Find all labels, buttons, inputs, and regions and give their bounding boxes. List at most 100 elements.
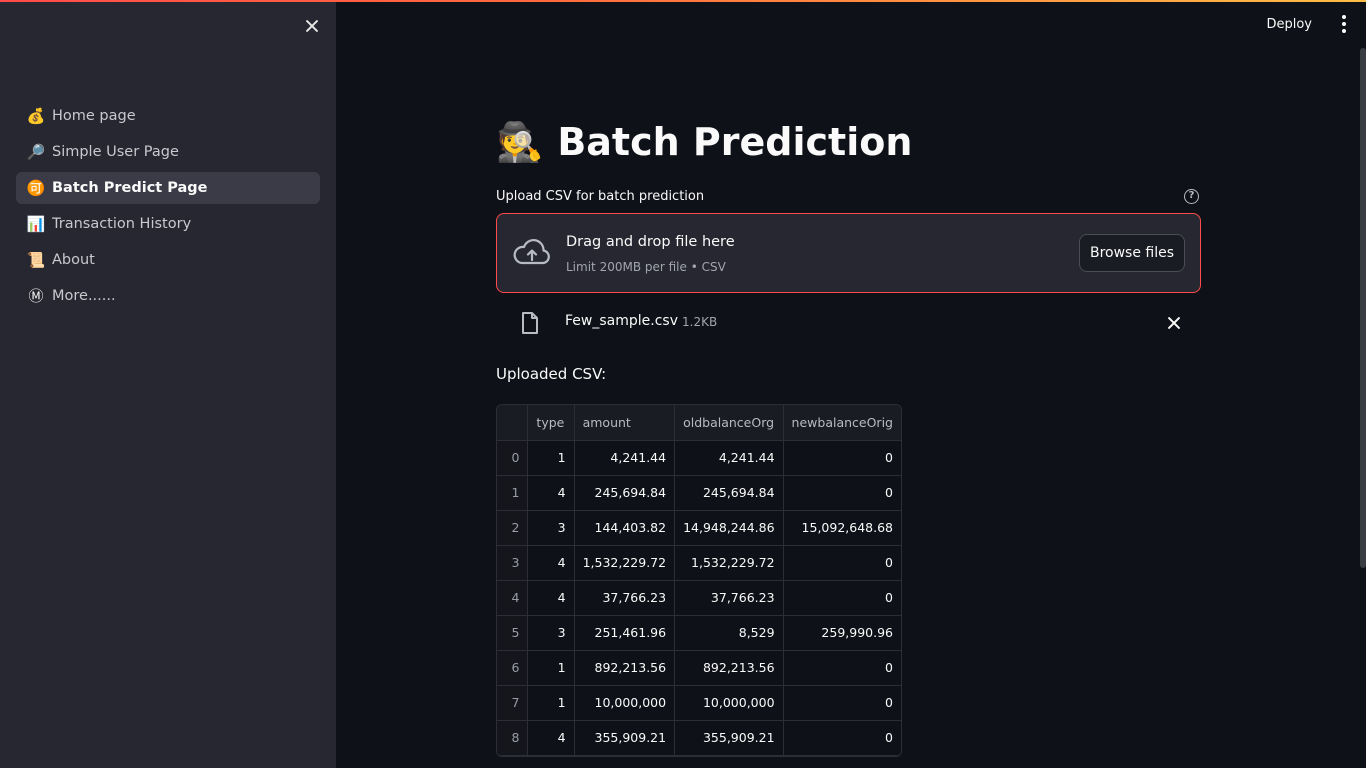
sidebar-item-transaction-history[interactable]: 📊 Transaction History: [16, 208, 320, 240]
table-row: 8 4 355,909.21 355,909.21 0: [497, 720, 901, 756]
table-cell[interactable]: 4,241.44: [574, 440, 676, 476]
table-cell[interactable]: 0: [783, 650, 901, 686]
row-index-cell[interactable]: 6: [497, 650, 529, 686]
row-index-cell[interactable]: 4: [497, 580, 529, 616]
table-cell[interactable]: 259,990.96: [783, 615, 901, 651]
cloud-upload-icon: [513, 239, 550, 265]
file-icon: [522, 312, 538, 334]
sidebar-item-label: Home page: [52, 108, 136, 124]
table-cell[interactable]: 251,461.96: [574, 615, 676, 651]
column-header[interactable]: type: [527, 405, 575, 441]
column-header[interactable]: oldbalanceOrg: [674, 405, 784, 441]
table-cell[interactable]: 10,000,000: [574, 685, 676, 721]
table-cell[interactable]: 0: [783, 685, 901, 721]
table-cell[interactable]: 1,532,229.72: [574, 545, 676, 581]
table-cell[interactable]: 355,909.21: [574, 720, 676, 756]
browse-files-button[interactable]: Browse files: [1079, 234, 1185, 272]
page-scrollbar[interactable]: [1360, 48, 1366, 568]
detective-icon: 🕵️: [496, 120, 544, 164]
table-cell[interactable]: 14,948,244.86: [674, 510, 784, 546]
row-index-cell[interactable]: 7: [497, 685, 529, 721]
table-cell[interactable]: 1,532,229.72: [674, 545, 784, 581]
remove-file-icon[interactable]: [1166, 315, 1182, 331]
table-cell[interactable]: 144,403.82: [574, 510, 676, 546]
table-cell[interactable]: 4: [527, 720, 575, 756]
table-cell[interactable]: 0: [783, 580, 901, 616]
sidebar-nav: 💰 Home page 🔎 Simple User Page 🉑 Batch Predic…: [16, 100, 320, 316]
column-header[interactable]: amount: [574, 405, 676, 441]
table-cell[interactable]: 15,092,648.68: [783, 510, 901, 546]
table-cell[interactable]: 37,766.23: [574, 580, 676, 616]
close-sidebar-icon[interactable]: [300, 14, 324, 38]
row-index-cell[interactable]: 0: [497, 440, 529, 476]
sidebar-item-more[interactable]: Ⓜ More......: [16, 280, 320, 312]
table-cell[interactable]: 0: [783, 440, 901, 476]
circled-m-icon: Ⓜ: [28, 287, 44, 305]
table-header-row: type amount oldbalanceOrg newbalanceOrig: [497, 405, 901, 441]
dropzone-title: Drag and drop file here: [566, 234, 735, 250]
uploaded-file-size: 1.2KB: [682, 315, 718, 329]
sidebar-item-simple-user-page[interactable]: 🔎 Simple User Page: [16, 136, 320, 168]
table-row: 2 3 144,403.82 14,948,244.86 15,092,648.68: [497, 510, 901, 546]
sidebar-item-about[interactable]: 📜 About: [16, 244, 320, 276]
table-cell[interactable]: 892,213.56: [674, 650, 784, 686]
row-index-cell[interactable]: 5: [497, 615, 529, 651]
table-row: 5 3 251,461.96 8,529 259,990.96: [497, 615, 901, 651]
table-row: 0 1 4,241.44 4,241.44 0: [497, 440, 901, 476]
table-cell[interactable]: 4: [527, 475, 575, 511]
file-dropzone[interactable]: Drag and drop file here Limit 200MB per …: [496, 213, 1201, 293]
page-title: 🕵️ Batch Prediction: [496, 116, 912, 168]
uploaded-file-name: Few_sample.csv: [565, 313, 678, 329]
table-cell[interactable]: 0: [783, 545, 901, 581]
sidebar-item-home-page[interactable]: 💰 Home page: [16, 100, 320, 132]
table-cell[interactable]: 10,000,000: [674, 685, 784, 721]
row-index-cell[interactable]: 8: [497, 720, 529, 756]
uploader-label: Upload CSV for batch prediction: [496, 189, 705, 204]
csv-dataframe[interactable]: type amount oldbalanceOrg newbalanceOrig 01…: [496, 404, 902, 757]
table-cell[interactable]: 355,909.21: [674, 720, 784, 756]
table-cell[interactable]: 4: [527, 580, 575, 616]
row-index-cell[interactable]: 1: [497, 475, 529, 511]
table-cell[interactable]: 1: [527, 650, 575, 686]
table-cell[interactable]: 3: [527, 615, 575, 651]
table-cell[interactable]: 3: [527, 510, 575, 546]
table-cell[interactable]: 892,213.56: [574, 650, 676, 686]
page-title-text: Batch Prediction: [557, 120, 913, 164]
bar-chart-icon: 📊: [26, 215, 46, 233]
sidebar-item-batch-predict-page[interactable]: 🉑 Batch Predict Page: [16, 172, 320, 204]
header-toolbar: Deploy: [1266, 0, 1366, 48]
column-header[interactable]: newbalanceOrig: [783, 405, 901, 441]
magnifier-icon: 🔎: [26, 143, 46, 161]
table-cell[interactable]: 0: [783, 720, 901, 756]
table-row: 7 1 10,000,000 10,000,000 0: [497, 685, 901, 721]
sidebar: 💰 Home page 🔎 Simple User Page 🉑 Batch Predic…: [0, 0, 336, 768]
help-icon[interactable]: ?: [1184, 189, 1199, 204]
table-row: 4 4 37,766.23 37,766.23 0: [497, 580, 901, 616]
deploy-button[interactable]: Deploy: [1266, 17, 1312, 32]
uploaded-csv-heading: Uploaded CSV:: [496, 365, 607, 383]
table-cell[interactable]: 1: [527, 685, 575, 721]
sidebar-item-label: Transaction History: [52, 216, 192, 232]
index-column-header[interactable]: [497, 405, 529, 441]
top-accent-bar: [0, 0, 1366, 2]
table-row: 6 1 892,213.56 892,213.56 0: [497, 650, 901, 686]
table-cell[interactable]: 0: [783, 475, 901, 511]
sidebar-item-label: About: [52, 252, 95, 268]
dropzone-limit-text: Limit 200MB per file • CSV: [566, 260, 726, 274]
batch-icon: 🉑: [26, 179, 46, 197]
table-cell[interactable]: 8,529: [674, 615, 784, 651]
row-index-cell[interactable]: 3: [497, 545, 529, 581]
row-index-cell[interactable]: 2: [497, 510, 529, 546]
table-cell[interactable]: 4: [527, 545, 575, 581]
table-cell[interactable]: 1: [527, 440, 575, 476]
sidebar-item-label: Simple User Page: [52, 144, 179, 160]
table-cell[interactable]: 4,241.44: [674, 440, 784, 476]
money-bag-icon: 💰: [26, 107, 46, 125]
main-menu-icon[interactable]: [1334, 14, 1354, 34]
table-cell[interactable]: 245,694.84: [674, 475, 784, 511]
sidebar-item-label: Batch Predict Page: [52, 180, 208, 196]
sidebar-item-label: More......: [52, 288, 116, 304]
table-cell[interactable]: 245,694.84: [574, 475, 676, 511]
table-cell[interactable]: 37,766.23: [674, 580, 784, 616]
table-body: 0 1 4,241.44 4,241.44 0 1 4 245,694.84 245,694.8…: [497, 440, 901, 756]
